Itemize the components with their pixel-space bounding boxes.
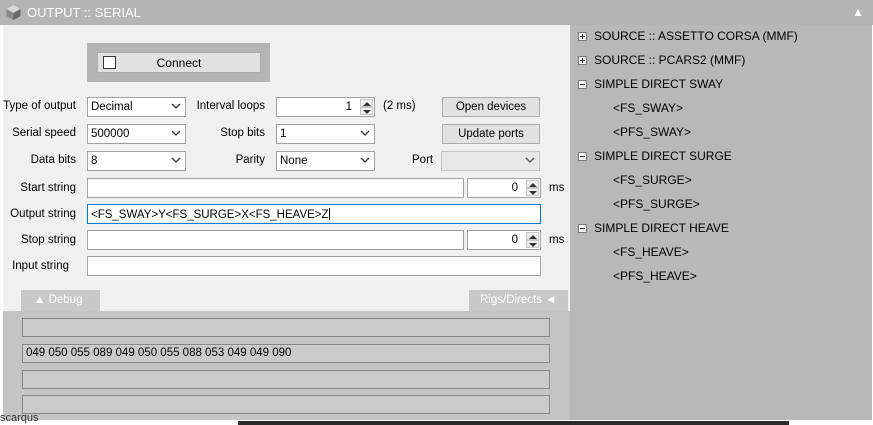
type-of-output-select[interactable]: Decimal xyxy=(87,97,186,117)
collapse-node-icon[interactable] xyxy=(578,80,587,89)
window-title: OUTPUT :: SERIAL xyxy=(27,5,141,20)
background-dark-strip xyxy=(238,421,789,425)
stop-bits-value: 1 xyxy=(280,128,287,140)
interval-unit: (2 ms) xyxy=(383,100,416,112)
bottom-tabstrip: ▲ Debug Rigs/Directs ◄ xyxy=(21,290,570,312)
open-devices-button[interactable]: Open devices xyxy=(442,97,540,117)
stop-delay-value: 0 xyxy=(511,234,518,246)
interval-loops-stepper[interactable]: 1 xyxy=(276,97,375,117)
start-delay-value: 0 xyxy=(511,182,518,194)
stepper-down-button[interactable] xyxy=(526,240,539,248)
serial-speed-value: 500000 xyxy=(91,128,130,140)
start-string-label: Start string xyxy=(20,182,76,194)
parity-label: Parity xyxy=(235,154,265,166)
debug-line: 049 050 055 089 049 050 055 088 053 049 … xyxy=(22,344,550,363)
tab-debug-label: ▲ Debug xyxy=(34,294,83,306)
stepper-down-button[interactable] xyxy=(526,188,539,196)
start-delay-stepper[interactable]: 0 xyxy=(467,178,541,198)
data-bits-label: Data bits xyxy=(30,154,76,166)
tree-group-label[interactable]: SIMPLE DIRECT SWAY xyxy=(594,77,723,91)
chevron-down-icon xyxy=(171,157,181,163)
tree-leaf-item[interactable]: <PFS_SWAY> xyxy=(613,125,691,139)
interval-loops-label: Interval loops xyxy=(196,100,265,112)
stop-string-input[interactable] xyxy=(87,230,464,250)
tab-rigs-label: Rigs/Directs ◄ xyxy=(480,294,557,306)
arrow-down-icon xyxy=(529,243,537,247)
chevron-down-icon xyxy=(360,157,370,163)
expand-node-icon[interactable] xyxy=(578,32,587,41)
serial-settings-panel: Connect Type of output Decimal Interval … xyxy=(3,25,570,420)
background-partial-text: scarqus xyxy=(0,412,39,424)
input-string-input[interactable] xyxy=(87,256,541,276)
interval-loops-value: 1 xyxy=(345,101,352,113)
data-bits-value: 8 xyxy=(91,155,98,167)
debug-line xyxy=(22,370,550,389)
tree-leaf-item[interactable]: <FS_SWAY> xyxy=(613,101,683,115)
collapse-node-icon[interactable] xyxy=(578,152,587,161)
connect-button[interactable]: Connect xyxy=(97,52,261,73)
stepper-up-button[interactable] xyxy=(526,180,539,188)
arrow-up-icon xyxy=(529,235,537,239)
tree-leaf-item[interactable]: <FS_SURGE> xyxy=(613,173,692,187)
start-delay-unit: ms xyxy=(549,182,565,194)
output-string-label: Output string xyxy=(10,208,76,220)
tab-debug[interactable]: ▲ Debug xyxy=(21,290,100,311)
stepper-up-button[interactable] xyxy=(360,99,373,107)
stepper-up-button[interactable] xyxy=(526,232,539,240)
connect-label: Connect xyxy=(156,56,202,70)
chevron-down-icon xyxy=(171,103,181,109)
data-bits-select[interactable]: 8 xyxy=(87,151,186,171)
debug-line xyxy=(22,318,550,337)
stop-bits-select[interactable]: 1 xyxy=(276,124,375,144)
tab-rigs-directs[interactable]: Rigs/Directs ◄ xyxy=(469,290,568,311)
output-string-input[interactable]: <FS_SWAY>Y<FS_SURGE>X<FS_HEAVE>Z xyxy=(87,204,541,224)
chevron-down-icon xyxy=(360,130,370,136)
output-string-value: <FS_SWAY>Y<FS_SURGE>X<FS_HEAVE>Z xyxy=(91,209,329,221)
debug-panel: 049 050 055 089 049 050 055 088 053 049 … xyxy=(3,311,570,420)
arrow-down-icon xyxy=(529,191,537,195)
connect-frame: Connect xyxy=(87,43,270,82)
collapse-node-icon[interactable] xyxy=(578,224,587,233)
stepper-down-button[interactable] xyxy=(360,107,373,115)
type-of-output-label: Type of output xyxy=(3,100,76,112)
tree-leaf-item[interactable]: <FS_HEAVE> xyxy=(613,245,689,259)
tree-group-label[interactable]: SIMPLE DIRECT HEAVE xyxy=(594,221,729,235)
start-string-input[interactable] xyxy=(87,178,464,198)
port-select[interactable] xyxy=(441,151,540,171)
stop-delay-unit: ms xyxy=(549,234,565,246)
rigs-directs-tree: SOURCE :: ASSETTO CORSA (MMF)SOURCE :: P… xyxy=(570,25,872,421)
stop-string-label: Stop string xyxy=(21,234,76,246)
type-of-output-value: Decimal xyxy=(91,101,133,113)
stop-delay-stepper[interactable]: 0 xyxy=(467,230,541,250)
app-cube-icon xyxy=(6,5,21,20)
update-ports-button[interactable]: Update ports xyxy=(442,124,540,144)
arrow-down-icon xyxy=(363,110,371,114)
parity-value: None xyxy=(280,155,308,167)
tree-group-label[interactable]: SIMPLE DIRECT SURGE xyxy=(594,149,732,163)
parity-select[interactable]: None xyxy=(276,151,375,171)
chevron-down-icon xyxy=(171,130,181,136)
stop-bits-label: Stop bits xyxy=(220,127,265,139)
tree-leaf-item[interactable]: <PFS_SURGE> xyxy=(613,197,700,211)
tree-group-label[interactable]: SOURCE :: ASSETTO CORSA (MMF) xyxy=(594,29,798,43)
chevron-down-icon xyxy=(525,157,535,163)
input-string-label: Input string xyxy=(12,260,69,272)
arrow-up-icon xyxy=(363,102,371,106)
tree-leaf-item[interactable]: <PFS_HEAVE> xyxy=(613,269,697,283)
arrow-up-icon xyxy=(529,183,537,187)
text-caret xyxy=(328,208,330,220)
tree-group-label[interactable]: SOURCE :: PCARS2 (MMF) xyxy=(594,53,745,67)
collapse-window-button[interactable]: ▲ xyxy=(852,5,864,19)
port-label: Port xyxy=(412,154,434,166)
title-bar: OUTPUT :: SERIAL ▲ xyxy=(0,0,873,25)
expand-node-icon[interactable] xyxy=(578,56,587,65)
serial-speed-select[interactable]: 500000 xyxy=(87,124,186,144)
debug-line xyxy=(22,395,550,414)
serial-speed-label: Serial speed xyxy=(12,127,76,139)
